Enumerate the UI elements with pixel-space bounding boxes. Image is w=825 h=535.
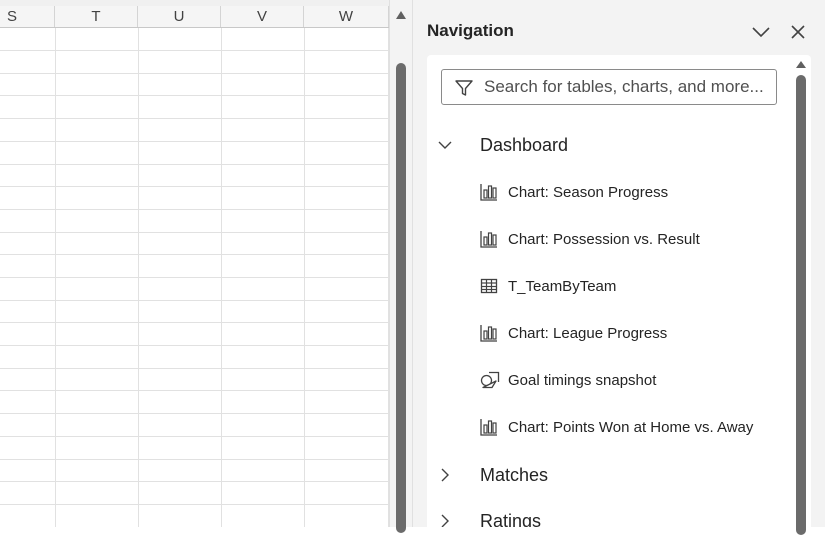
- row-gridline: [0, 436, 389, 437]
- search-box[interactable]: [441, 69, 777, 105]
- row-gridline: [0, 73, 389, 74]
- nav-item-goal-timings[interactable]: Goal timings snapshot: [477, 363, 787, 397]
- nav-item-label: Chart: Season Progress: [508, 184, 669, 201]
- column-header-u[interactable]: U: [138, 6, 221, 27]
- row-gridline: [0, 254, 389, 255]
- chevron-right-icon: [441, 514, 449, 527]
- cell-grid[interactable]: [0, 28, 389, 527]
- nav-item-label: T_TeamByTeam: [508, 278, 617, 295]
- row-gridline: [0, 345, 389, 346]
- nav-item-label: Chart: League Progress: [508, 325, 668, 342]
- chart-icon: [480, 231, 497, 248]
- row-gridline: [0, 164, 389, 165]
- shapes-icon: [480, 371, 500, 389]
- chart-icon: [480, 184, 497, 201]
- column-header-v[interactable]: V: [221, 6, 304, 27]
- nav-item-possession-vs-result[interactable]: Chart: Possession vs. Result: [477, 222, 787, 256]
- column-headers: S T U V W: [0, 6, 389, 28]
- close-pane-button[interactable]: [786, 20, 810, 44]
- close-icon: [791, 25, 805, 39]
- pane-options-button[interactable]: [749, 20, 773, 44]
- group-matches[interactable]: Matches: [427, 455, 787, 495]
- row-gridline: [0, 504, 389, 505]
- navigation-pane: Navigation Dashboard: [413, 0, 825, 535]
- row-gridline: [0, 481, 389, 482]
- row-gridline: [0, 413, 389, 414]
- scroll-thumb[interactable]: [796, 75, 806, 535]
- row-gridline: [0, 118, 389, 119]
- row-gridline: [0, 209, 389, 210]
- chevron-down-icon: [752, 27, 770, 38]
- nav-item-label: Chart: Possession vs. Result: [508, 231, 700, 248]
- nav-item-points-home-away[interactable]: Chart: Points Won at Home vs. Away: [477, 410, 787, 444]
- nav-item-league-progress[interactable]: Chart: League Progress: [477, 316, 787, 350]
- nav-item-label: Chart: Points Won at Home vs. Away: [508, 419, 754, 436]
- navigation-tree: Dashboard Chart: Season Progress Chart: …: [427, 55, 811, 527]
- scroll-up-arrow-icon[interactable]: [396, 11, 406, 19]
- group-label: Matches: [480, 465, 549, 485]
- row-gridline: [0, 232, 389, 233]
- chart-icon: [480, 325, 497, 342]
- nav-item-label: Goal timings snapshot: [508, 372, 657, 389]
- filter-icon: [455, 80, 473, 96]
- row-gridline: [0, 300, 389, 301]
- pane-title: Navigation: [427, 21, 514, 40]
- row-gridline: [0, 141, 389, 142]
- column-header-w[interactable]: W: [304, 6, 389, 27]
- sheet-vertical-scrollbar[interactable]: [389, 0, 413, 533]
- nav-item-team-by-team[interactable]: T_TeamByTeam: [477, 269, 787, 303]
- search-input[interactable]: [484, 73, 769, 101]
- column-header-s[interactable]: S: [0, 6, 55, 27]
- group-ratings[interactable]: Ratings: [427, 501, 787, 527]
- column-header-t[interactable]: T: [55, 6, 138, 27]
- group-dashboard[interactable]: Dashboard: [427, 125, 787, 165]
- row-gridline: [0, 186, 389, 187]
- row-gridline: [0, 459, 389, 460]
- row-gridline: [0, 277, 389, 278]
- row-gridline: [0, 95, 389, 96]
- row-gridline: [0, 368, 389, 369]
- chevron-down-icon: [438, 141, 452, 149]
- row-gridline: [0, 322, 389, 323]
- scroll-up-arrow-icon[interactable]: [796, 61, 806, 68]
- chart-icon: [480, 419, 497, 436]
- row-gridline: [0, 390, 389, 391]
- group-label: Dashboard: [480, 135, 569, 155]
- chevron-right-icon: [441, 468, 449, 482]
- row-gridline: [0, 50, 389, 51]
- pane-vertical-scrollbar[interactable]: [791, 55, 811, 535]
- spreadsheet-grid[interactable]: S T U V W: [0, 0, 389, 527]
- group-label: Ratings: [480, 511, 542, 527]
- nav-item-season-progress[interactable]: Chart: Season Progress: [477, 175, 787, 209]
- table-icon: [480, 278, 498, 294]
- scroll-thumb[interactable]: [396, 63, 406, 533]
